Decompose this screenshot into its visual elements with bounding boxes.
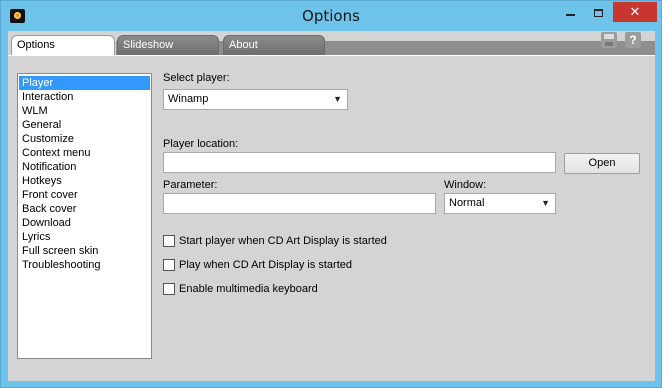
close-icon: ✕ <box>629 4 641 19</box>
list-item[interactable]: Download <box>19 216 150 230</box>
chevron-down-icon: ▼ <box>333 94 342 104</box>
parameter-input[interactable] <box>163 193 436 214</box>
chevron-down-icon: ▼ <box>541 198 550 208</box>
list-item[interactable]: Troubleshooting <box>19 258 150 272</box>
multimedia-keyboard-label[interactable]: Enable multimedia keyboard <box>179 283 318 295</box>
list-item[interactable]: Context menu <box>19 146 150 160</box>
close-button[interactable]: ✕ <box>613 2 657 22</box>
open-button[interactable]: Open <box>564 153 640 174</box>
start-player-label[interactable]: Start player when CD Art Display is star… <box>179 235 387 247</box>
player-location-label: Player location: <box>163 138 239 150</box>
list-item[interactable]: Hotkeys <box>19 174 150 188</box>
save-icon[interactable] <box>601 32 617 48</box>
window-select[interactable]: Normal ▼ <box>444 193 556 214</box>
parameter-label: Parameter: <box>163 179 218 191</box>
maximize-icon <box>593 8 603 17</box>
list-item[interactable]: WLM <box>19 104 150 118</box>
list-item[interactable]: Front cover <box>19 188 150 202</box>
help-icon[interactable]: ? <box>625 32 641 48</box>
list-item[interactable]: Customize <box>19 132 150 146</box>
list-item[interactable]: Player <box>19 76 150 90</box>
options-panel: Player Interaction WLM General Customize Cont… <box>8 55 655 381</box>
select-player-label: Select player: <box>163 72 230 84</box>
player-select-value: Winamp <box>168 93 209 105</box>
player-location-input[interactable] <box>163 152 556 173</box>
title-bar[interactable]: Options ✕ <box>1 1 661 31</box>
play-on-start-checkbox[interactable] <box>163 259 175 271</box>
minimize-icon <box>565 13 575 16</box>
list-item[interactable]: Lyrics <box>19 230 150 244</box>
list-item[interactable]: Back cover <box>19 202 150 216</box>
maximize-button[interactable] <box>585 2 611 22</box>
start-player-checkbox[interactable] <box>163 235 175 247</box>
list-item[interactable]: Notification <box>19 160 150 174</box>
list-item[interactable]: General <box>19 118 150 132</box>
client-area: Options Slideshow About ? Player Interact… <box>8 31 655 381</box>
window-select-value: Normal <box>449 197 485 209</box>
tab-strip: Options Slideshow About ? <box>8 31 655 56</box>
multimedia-keyboard-checkbox[interactable] <box>163 283 175 295</box>
list-item[interactable]: Interaction <box>19 90 150 104</box>
category-list[interactable]: Player Interaction WLM General Customize Cont… <box>17 73 152 359</box>
tab-about[interactable]: About <box>223 35 325 55</box>
minimize-button[interactable] <box>557 2 583 22</box>
tab-options[interactable]: Options <box>11 35 115 56</box>
tab-slideshow[interactable]: Slideshow <box>117 35 219 55</box>
player-select[interactable]: Winamp ▼ <box>163 89 348 110</box>
window-label: Window: <box>444 179 487 191</box>
play-on-start-label[interactable]: Play when CD Art Display is started <box>179 259 352 271</box>
options-window: Options ✕ Options Slideshow About ? Play… <box>0 0 662 388</box>
list-item[interactable]: Full screen skin <box>19 244 150 258</box>
